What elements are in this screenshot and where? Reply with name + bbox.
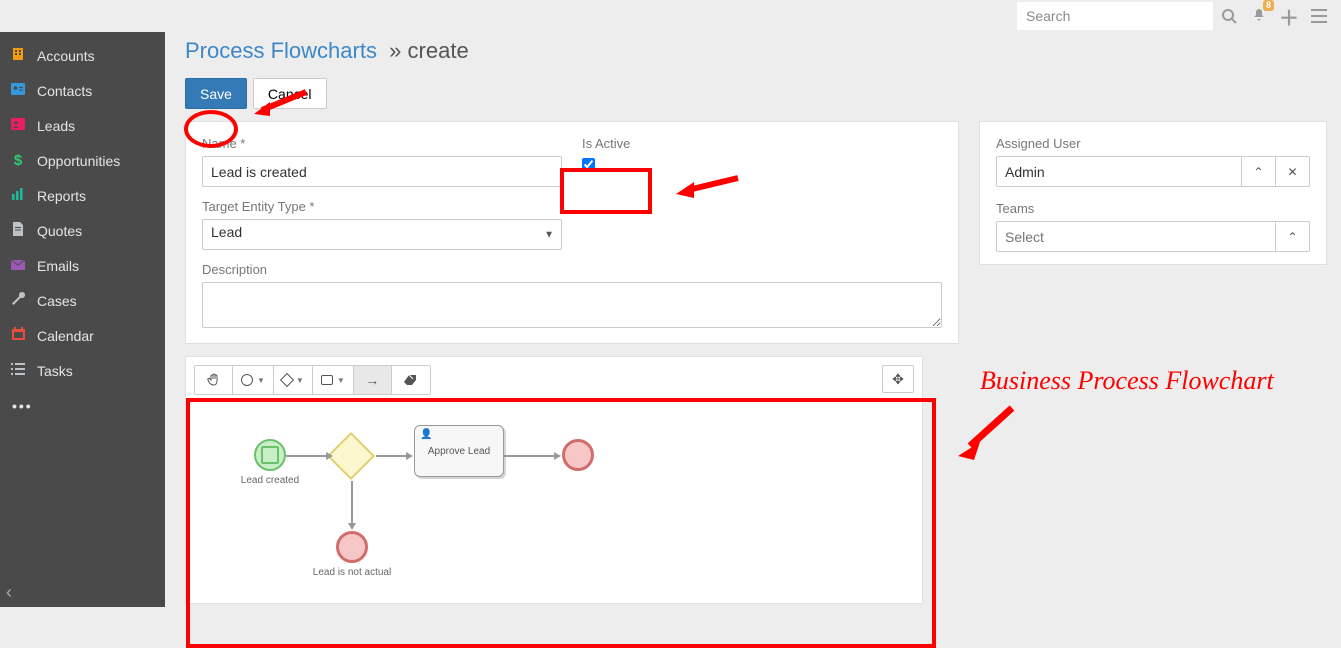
circle-icon	[241, 374, 253, 386]
sidebar-item-reports[interactable]: Reports	[0, 178, 165, 213]
save-button[interactable]: Save	[185, 78, 247, 109]
gateway-tool[interactable]: ▼	[274, 366, 313, 394]
breadcrumb-current: create	[408, 38, 469, 63]
sidebar-item-leads[interactable]: Leads	[0, 108, 165, 143]
name-label: Name *	[202, 136, 562, 151]
quick-create-icon[interactable]: ＋	[1275, 2, 1303, 30]
start-event-node[interactable]	[254, 439, 286, 471]
assigned-user-clear-button[interactable]: ✕	[1276, 156, 1310, 187]
sidebar-item-label: Cases	[37, 293, 77, 309]
menu-icon[interactable]	[1305, 2, 1333, 30]
assigned-user-select-button[interactable]: ⌃	[1242, 156, 1276, 187]
sidebar-item-tasks[interactable]: Tasks	[0, 353, 165, 388]
sidebar-item-label: Contacts	[37, 83, 92, 99]
envelope-icon	[10, 257, 26, 274]
teams-input[interactable]	[996, 221, 1276, 252]
breadcrumb-root[interactable]: Process Flowcharts	[185, 38, 377, 63]
name-input[interactable]	[202, 156, 562, 187]
square-icon	[321, 375, 333, 385]
chevron-up-icon: ⌃	[1253, 165, 1263, 179]
erase-tool[interactable]	[392, 366, 430, 394]
teams-label: Teams	[996, 201, 1310, 216]
chevron-down-icon: ▼	[257, 376, 265, 385]
notifications-badge: 8	[1263, 0, 1274, 11]
sidebar-item-label: Emails	[37, 258, 79, 274]
assigned-user-label: Assigned User	[996, 136, 1310, 151]
search-icon[interactable]	[1215, 2, 1243, 30]
move-icon: ✥	[892, 371, 904, 388]
assigned-user-input[interactable]	[996, 156, 1242, 187]
chart-icon	[10, 187, 26, 204]
sidebar-item-quotes[interactable]: Quotes	[0, 213, 165, 248]
start-event-label: Lead created	[230, 475, 310, 486]
teams-select-button[interactable]: ⌃	[1276, 221, 1310, 252]
address-card-icon	[10, 117, 26, 134]
sidebar-collapse-icon[interactable]: ‹	[6, 582, 12, 603]
id-card-icon	[10, 82, 26, 99]
sequence-flow[interactable]	[351, 481, 353, 525]
sidebar-item-label: Opportunities	[37, 153, 120, 169]
building-icon	[10, 47, 26, 65]
sequence-flow[interactable]	[504, 455, 556, 457]
sidebar-item-cases[interactable]: Cases	[0, 283, 165, 318]
flowchart-toolbar: ▼ ▼ ▼ →	[194, 365, 431, 395]
end-event-2-label: Lead is not actual	[312, 567, 392, 578]
sidebar-item-opportunities[interactable]: $ Opportunities	[0, 143, 165, 178]
user-task-label: Approve Lead	[428, 446, 490, 457]
notifications-icon[interactable]: 8	[1245, 2, 1273, 30]
sidebar-item-label: Reports	[37, 188, 86, 204]
hand-tool[interactable]	[195, 366, 233, 394]
sequence-flow[interactable]	[376, 455, 408, 457]
description-textarea[interactable]	[202, 282, 942, 328]
user-icon: 👤	[420, 429, 432, 440]
user-task-node[interactable]: 👤 Approve Lead	[414, 425, 504, 477]
arrow-head-icon	[348, 523, 356, 530]
flow-tool[interactable]: →	[354, 366, 392, 394]
description-label: Description	[202, 262, 942, 277]
sidebar-item-contacts[interactable]: Contacts	[0, 73, 165, 108]
gateway-node[interactable]	[327, 432, 375, 480]
end-event-node-2[interactable]	[336, 531, 368, 563]
event-tool[interactable]: ▼	[233, 366, 274, 394]
sidebar-item-label: Accounts	[37, 48, 95, 64]
arrow-head-icon	[554, 452, 561, 460]
search-input[interactable]	[1017, 2, 1213, 30]
sidebar-item-calendar[interactable]: Calendar	[0, 318, 165, 353]
target-entity-label: Target Entity Type *	[202, 199, 562, 214]
arrow-right-icon: →	[365, 372, 379, 388]
sidebar-item-label: Quotes	[37, 223, 82, 239]
wrench-icon	[10, 292, 26, 310]
sidebar-item-label: Tasks	[37, 363, 73, 379]
end-event-node[interactable]	[562, 439, 594, 471]
chevron-down-icon: ▼	[337, 376, 345, 385]
file-icon	[10, 222, 26, 240]
dollar-icon: $	[10, 152, 26, 169]
task-tool[interactable]: ▼	[313, 366, 354, 394]
flowchart-editor: ▼ ▼ ▼ → ✥ Lead created	[185, 356, 923, 604]
main-form-panel: Name * Is Active Target Entity Type * Le…	[185, 121, 959, 344]
chevron-up-icon: ⌃	[1287, 230, 1297, 244]
sidebar-item-label: Calendar	[37, 328, 94, 344]
arrow-head-icon	[406, 452, 413, 460]
cancel-button[interactable]: Cancel	[253, 78, 327, 109]
tasks-icon	[10, 362, 26, 379]
fit-tool[interactable]: ✥	[882, 365, 914, 393]
diamond-icon	[280, 373, 294, 387]
is-active-checkbox[interactable]	[582, 158, 595, 171]
breadcrumb: Process Flowcharts » create	[185, 38, 1327, 64]
chevron-down-icon: ▼	[296, 376, 304, 385]
sidebar-item-accounts[interactable]: Accounts	[0, 38, 165, 73]
target-entity-select[interactable]: Lead	[202, 219, 562, 250]
is-active-label: Is Active	[582, 136, 942, 151]
close-icon: ✕	[1287, 165, 1297, 179]
arrow-head-icon	[326, 452, 333, 460]
sidebar-item-label: Leads	[37, 118, 75, 134]
sidebar-item-emails[interactable]: Emails	[0, 248, 165, 283]
flowchart-canvas[interactable]: Lead created 👤 Approve Lead Lead is not …	[194, 401, 914, 595]
sequence-flow[interactable]	[286, 455, 328, 457]
side-panel: Assigned User ⌃ ✕ Teams ⌃	[979, 121, 1327, 265]
sidebar-more[interactable]: •••	[0, 388, 165, 423]
calendar-icon	[10, 327, 26, 344]
